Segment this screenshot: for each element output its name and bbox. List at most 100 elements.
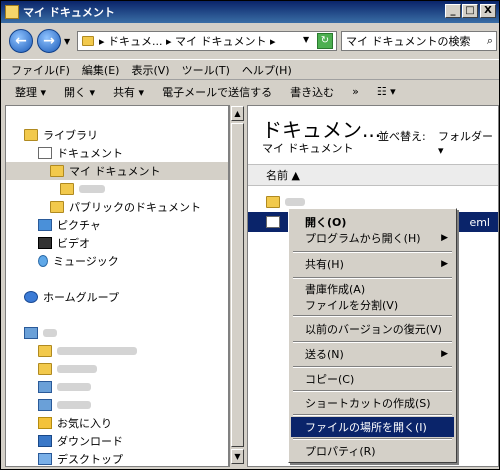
menu-label: ファイルを分割(V) — [305, 299, 399, 312]
menu-file[interactable]: ファイル(F) — [7, 62, 78, 78]
folder-icon — [38, 363, 52, 375]
nav-label: ダウンロード — [57, 435, 123, 448]
history-dropdown-icon[interactable]: ▼ — [64, 37, 70, 46]
organize-button[interactable]: 整理 ▾ — [15, 84, 46, 100]
menu-restore-previous[interactable]: 以前のバージョンの復元(V) — [291, 319, 454, 339]
menu-edit[interactable]: 編集(E) — [78, 62, 128, 78]
nav-redacted-item[interactable] — [38, 342, 137, 360]
close-button[interactable]: X — [480, 4, 496, 18]
menu-copy[interactable]: コピー(C) — [291, 369, 454, 389]
star-icon — [38, 417, 52, 429]
menu-label: ショートカットの作成(S) — [305, 397, 431, 410]
nav-homegroup[interactable]: ホームグループ — [24, 288, 119, 306]
menu-tools[interactable]: ツール(T) — [178, 62, 238, 78]
scrollbar-thumb[interactable] — [231, 123, 244, 447]
menu-separator — [293, 251, 452, 253]
menu-share[interactable]: 共有(H) ▶ — [291, 254, 454, 274]
folder-icon — [50, 165, 64, 177]
menu-send-to[interactable]: 送る(N) ▶ — [291, 344, 454, 364]
menu-create-shortcut[interactable]: ショートカットの作成(S) — [291, 393, 454, 413]
menu-label: ファイルの場所を開く(I) — [305, 421, 427, 434]
folder-icon — [50, 201, 64, 213]
menu-separator — [293, 366, 452, 368]
forward-button[interactable]: → — [37, 29, 61, 53]
folder-icon — [266, 196, 280, 208]
nav-label: ビデオ — [57, 237, 90, 250]
scroll-up-arrow[interactable]: ▲ — [231, 106, 244, 121]
redacted-label — [57, 383, 91, 391]
nav-scrollbar[interactable]: ▲ ▼ — [229, 105, 245, 467]
search-input[interactable]: マイ ドキュメントの検索 ⌕ — [341, 31, 497, 51]
submenu-arrow-icon: ▶ — [441, 259, 448, 269]
column-header-name[interactable]: 名前 ▲ — [248, 164, 498, 186]
burn-button[interactable]: 書き込む — [290, 84, 334, 100]
documents-icon — [38, 147, 52, 159]
nav-videos[interactable]: ビデオ — [38, 234, 90, 252]
view-options-icon[interactable]: ☷ ▾ — [377, 85, 396, 98]
minimize-button[interactable]: _ — [445, 4, 461, 18]
nav-redacted-item[interactable] — [38, 360, 97, 378]
redacted-label — [43, 329, 57, 337]
title-bar: マイ ドキュメント _ □ X — [1, 1, 499, 23]
scroll-down-arrow[interactable]: ▼ — [231, 449, 244, 464]
sort-label: 並べ替え: — [378, 130, 426, 143]
nav-my-documents[interactable]: マイ ドキュメント — [6, 162, 228, 180]
menu-separator — [293, 438, 452, 440]
nav-label: デスクトップ — [57, 453, 123, 466]
file-extension: eml — [469, 215, 490, 229]
redacted-label — [57, 401, 91, 409]
menu-open-with[interactable]: プログラムから開く(H) ▶ — [291, 228, 454, 248]
menu-view[interactable]: 表示(V) — [127, 62, 177, 78]
email-file-icon — [266, 216, 280, 228]
sort-dropdown[interactable]: フォルダー ▾ — [438, 128, 498, 157]
menu-open-file-location[interactable]: ファイルの場所を開く(I) — [291, 417, 454, 437]
menu-split-file[interactable]: ファイルを分割(V) — [291, 295, 454, 315]
menu-help[interactable]: ヘルプ(H) — [238, 62, 300, 78]
open-button[interactable]: 開く ▾ — [64, 84, 95, 100]
folder-icon — [38, 399, 52, 411]
redacted-label — [79, 185, 105, 193]
menu-properties[interactable]: プロパティ(R) — [291, 441, 454, 461]
search-icon[interactable]: ⌕ — [487, 34, 493, 48]
nav-user[interactable] — [24, 324, 57, 342]
menu-label: 共有(H) — [305, 258, 344, 271]
email-button[interactable]: 電子メールで送信する — [162, 84, 272, 100]
nav-music[interactable]: ミュージック — [38, 252, 119, 270]
redacted-label — [285, 198, 305, 206]
nav-redacted-item[interactable] — [38, 378, 91, 396]
nav-label: ミュージック — [53, 255, 119, 268]
window-title: マイ ドキュメント — [23, 6, 115, 19]
maximize-button[interactable]: □ — [462, 4, 478, 18]
nav-pictures[interactable]: ピクチャ — [38, 216, 101, 234]
refresh-icon[interactable]: ↻ — [317, 33, 333, 49]
folder-icon — [60, 183, 74, 195]
nav-redacted-item[interactable] — [38, 396, 91, 414]
nav-label: ピクチャ — [57, 219, 101, 232]
nav-label: ドキュメント — [57, 147, 123, 160]
download-icon — [38, 435, 52, 447]
menu-label: 送る(N) — [305, 348, 344, 361]
nav-public-documents[interactable]: パブリックのドキュメント — [50, 198, 201, 216]
pictures-icon — [38, 219, 52, 231]
music-icon — [38, 255, 48, 267]
nav-label: お気に入り — [57, 417, 112, 430]
folder-icon — [38, 345, 52, 357]
nav-desktop[interactable]: デスクトップ — [38, 450, 123, 466]
share-button[interactable]: 共有 ▾ — [113, 84, 144, 100]
folder-icon — [5, 5, 19, 19]
menu-separator — [293, 341, 452, 343]
nav-libraries[interactable]: ライブラリ — [24, 126, 98, 144]
nav-favorites[interactable]: お気に入り — [38, 414, 112, 432]
nav-blurred-folder[interactable] — [60, 180, 105, 198]
back-button[interactable]: ← — [9, 29, 33, 53]
nav-label: パブリックのドキュメント — [69, 201, 201, 214]
redacted-label — [57, 347, 137, 355]
redacted-label — [57, 365, 97, 373]
more-button[interactable]: » — [352, 85, 359, 98]
address-dropdown-icon[interactable]: ▼ — [303, 35, 309, 44]
address-input[interactable]: ▸ ドキュメ... ▸ マイ ドキュメント ▸ — [77, 31, 337, 51]
menu-label: プログラムから開く(H) — [305, 232, 421, 245]
library-subtitle: マイ ドキュメント — [262, 142, 354, 155]
nav-documents[interactable]: ドキュメント — [38, 144, 123, 162]
nav-downloads[interactable]: ダウンロード — [38, 432, 123, 450]
